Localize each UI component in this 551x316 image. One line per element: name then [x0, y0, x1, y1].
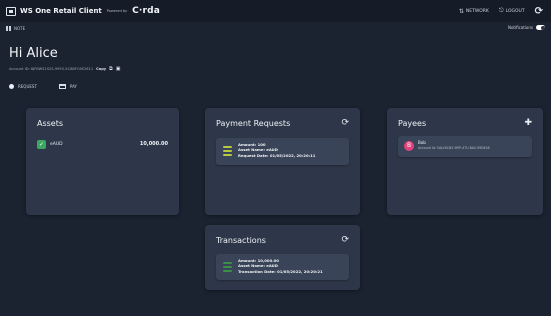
transaction-item[interactable]: Amount: 10,000.00 Asset Name: eAUD Trans… — [216, 254, 349, 280]
asset-row[interactable]: ✓ eAUD 10,000.00 — [37, 140, 168, 150]
network-icon: ⇅ — [458, 7, 464, 15]
subbar-label: NOTE — [14, 26, 26, 31]
sub-bar: NOTE Notifications — [0, 22, 551, 36]
payment-request-date: Request Date: 01/05/2022, 20:20:11 — [238, 152, 316, 158]
qr-code-icon[interactable]: ▣ — [116, 66, 121, 72]
pay-label: PAY — [69, 84, 77, 89]
assets-title: Assets — [37, 119, 64, 128]
payment-request-details: Amount: 100 Asset Name: eAUD Request Dat… — [238, 142, 315, 158]
payee-account-id: Account Id: 5ALVXCN3-9FIP-4TU-8A0-99DE46 — [418, 146, 490, 150]
top-actions: ⇅ NETWORK ⎋ LOGOUT ⟳ — [459, 0, 543, 22]
refresh-icon[interactable]: ⟳ — [341, 118, 349, 128]
copy-icon[interactable]: ⧉ — [109, 66, 113, 72]
logout-icon: ⎋ — [498, 7, 504, 14]
powered-by-label: Powered by — [106, 9, 128, 13]
app-title: WS One Retail Client — [20, 7, 102, 15]
payment-requests-title: Payment Requests — [216, 119, 291, 128]
asset-value: 10,000.00 — [139, 141, 168, 147]
payment-request-item[interactable]: Amount: 100 Asset Name: eAUD Request Dat… — [216, 138, 349, 165]
subbar-left[interactable]: NOTE — [6, 26, 25, 31]
add-person-icon[interactable]: ✚ — [524, 118, 532, 128]
app-logo-icon — [6, 6, 16, 16]
asset-name: eAUD — [50, 142, 63, 147]
pay-button[interactable]: PAY — [58, 84, 77, 89]
pay-icon — [58, 84, 66, 89]
avatar: B — [404, 141, 414, 151]
request-list-icon — [223, 146, 232, 156]
transactions-title: Transactions — [216, 236, 266, 245]
notifications-toggle-group: Notifications — [508, 25, 545, 30]
transaction-date: Transaction Date: 01/05/2022, 20:20:21 — [238, 268, 323, 274]
payee-item[interactable]: B Bob Account Id: 5ALVXCN3-9FIP-4TU-8A0-… — [398, 136, 532, 157]
network-button[interactable]: ⇅ NETWORK — [459, 8, 489, 15]
request-icon — [9, 84, 14, 89]
payees-card: Payees ✚ B Bob Account Id: 5ALVXCN3-9FIP… — [387, 108, 543, 215]
network-label: NETWORK — [465, 8, 489, 14]
notifications-label: Notifications — [507, 25, 533, 30]
top-bar: WS One Retail Client Powered by C·rda ⇅ … — [0, 0, 551, 22]
transaction-icon — [223, 262, 232, 272]
greeting: Hi Alice — [9, 46, 58, 61]
payment-requests-card: Payment Requests ⟳ Amount: 100 Asset Nam… — [205, 108, 360, 215]
copy-button[interactable]: Copy — [96, 67, 106, 71]
asset-badge-icon: ✓ — [37, 140, 46, 149]
refresh-icon[interactable]: ⟳ — [341, 235, 349, 245]
notifications-toggle[interactable] — [536, 25, 545, 30]
account-id-line: Account ID: 6JFBWS1S2S-9955-5C8BFC6E2611… — [9, 66, 120, 72]
assets-card: Assets ✓ eAUD 10,000.00 — [26, 108, 179, 215]
payee-name: Bob — [418, 140, 426, 145]
transaction-details: Amount: 10,000.00 Asset Name: eAUD Trans… — [238, 258, 323, 274]
account-switch-icon[interactable]: ⟳ — [535, 6, 543, 17]
account-id: Account ID: 6JFBWS1S2S-9955-5C8BFC6E2611 — [9, 67, 94, 71]
request-button[interactable]: REQUEST — [9, 84, 37, 89]
payees-title: Payees — [398, 119, 427, 128]
action-tabs: REQUEST PAY — [9, 84, 77, 89]
logout-button[interactable]: ⎋ LOGOUT — [499, 7, 525, 15]
logout-label: LOGOUT — [505, 8, 525, 14]
pause-icon — [6, 26, 11, 31]
brand: WS One Retail Client Powered by C·rda — [6, 6, 160, 16]
brand-logo: C·rda — [132, 6, 161, 16]
request-label: REQUEST — [18, 84, 37, 89]
transactions-card: Transactions ⟳ Amount: 10,000.00 Asset N… — [205, 225, 360, 290]
